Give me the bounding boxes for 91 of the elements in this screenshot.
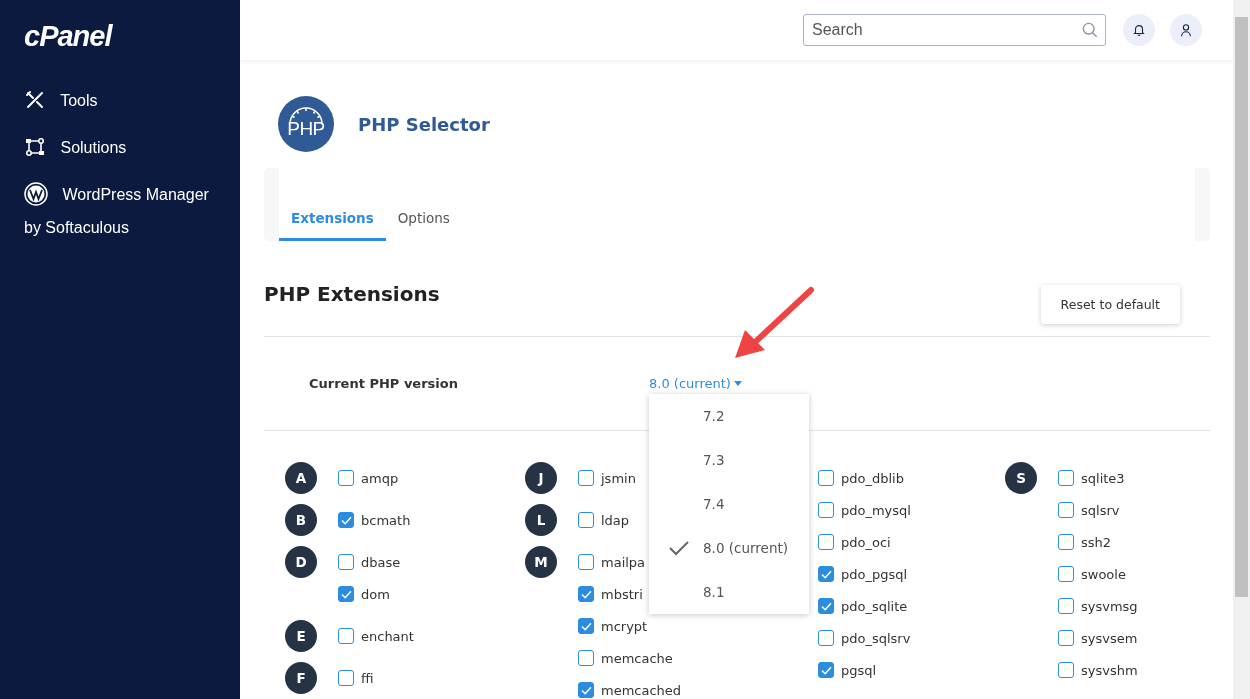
tools-icon bbox=[25, 90, 45, 111]
extension-name: sysvsem bbox=[1081, 630, 1138, 646]
extension-name: bcmath bbox=[361, 512, 411, 528]
extension-name: pdo_sqlite bbox=[841, 598, 908, 614]
extension-name: dbase bbox=[361, 554, 401, 570]
tab[interactable]: Options bbox=[385, 208, 462, 241]
extension-name: pgsql bbox=[841, 662, 877, 678]
letter-badge: B bbox=[285, 504, 317, 536]
checkbox[interactable] bbox=[818, 598, 834, 614]
letter-badge: M bbox=[525, 546, 557, 578]
extension-name: pdo_oci bbox=[841, 534, 891, 550]
checkbox[interactable] bbox=[1058, 662, 1074, 678]
version-label: Current PHP version bbox=[309, 376, 459, 391]
extension-name: mcrypt bbox=[601, 618, 648, 634]
extension-name: amqp bbox=[361, 470, 399, 486]
cpanel-logo[interactable]: cPanel bbox=[24, 20, 112, 53]
bell-icon bbox=[1132, 23, 1146, 37]
notifications-button[interactable] bbox=[1123, 14, 1155, 46]
extension-name: ldap bbox=[601, 512, 630, 528]
checkbox[interactable] bbox=[818, 566, 834, 582]
extension-name: sqlite3 bbox=[1081, 470, 1125, 486]
checkbox[interactable] bbox=[338, 554, 354, 570]
caret-icon bbox=[733, 381, 742, 386]
letter-badge: E bbox=[285, 620, 317, 652]
checkbox[interactable] bbox=[1058, 566, 1074, 582]
version-option[interactable]: 7.3 bbox=[649, 438, 809, 482]
checkbox[interactable] bbox=[1058, 470, 1074, 486]
version-dropdown[interactable]: 8.0 (current) bbox=[649, 376, 742, 391]
letter-badge: L bbox=[525, 504, 557, 536]
wordpress-icon bbox=[24, 182, 48, 207]
checkbox[interactable] bbox=[338, 512, 354, 528]
nodes-icon bbox=[25, 137, 45, 158]
search-field[interactable]: Search bbox=[803, 14, 1106, 46]
checkbox[interactable] bbox=[818, 502, 834, 518]
version-option[interactable]: 7.4 bbox=[649, 482, 809, 526]
extension-name: sqlsrv bbox=[1081, 502, 1120, 518]
page-title: PHP Selector bbox=[358, 113, 490, 135]
extension-name: pdo_sqlsrv bbox=[841, 630, 911, 646]
checkbox[interactable] bbox=[578, 470, 594, 486]
user-icon bbox=[1179, 23, 1193, 37]
checkbox[interactable] bbox=[578, 618, 594, 634]
checkbox[interactable] bbox=[578, 682, 594, 698]
checkbox[interactable] bbox=[818, 662, 834, 678]
extension-name: ssh2 bbox=[1081, 534, 1112, 550]
sidebar-item[interactable]: Solutions bbox=[24, 131, 229, 164]
extension-name: sysvmsg bbox=[1081, 598, 1138, 614]
extension-name: sysvshm bbox=[1081, 662, 1138, 678]
letter-badge: F bbox=[285, 662, 317, 694]
check-icon bbox=[669, 540, 689, 556]
extension-name: mailpa bbox=[601, 554, 646, 570]
extension-name: memcached bbox=[601, 682, 682, 698]
extension-name: memcache bbox=[601, 650, 673, 666]
version-option[interactable]: 8.0 (current) bbox=[649, 526, 809, 570]
checkbox[interactable] bbox=[578, 512, 594, 528]
checkbox[interactable] bbox=[818, 534, 834, 550]
extension-name: pdo_mysql bbox=[841, 502, 911, 518]
reset-button[interactable]: Reset to default bbox=[1040, 285, 1180, 324]
checkbox[interactable] bbox=[1058, 598, 1074, 614]
checkbox[interactable] bbox=[818, 470, 834, 486]
extension-name: pdo_pgsql bbox=[841, 566, 908, 582]
letter-badge: J bbox=[525, 462, 557, 494]
checkbox[interactable] bbox=[338, 470, 354, 486]
extension-name: jsmin bbox=[601, 470, 636, 486]
checkbox[interactable] bbox=[1058, 502, 1074, 518]
user-button[interactable] bbox=[1170, 14, 1202, 46]
tab[interactable]: Extensions bbox=[279, 208, 386, 241]
extension-name: ffi bbox=[361, 670, 374, 686]
extension-name: enchant bbox=[361, 628, 414, 644]
checkbox[interactable] bbox=[578, 554, 594, 570]
checkbox[interactable] bbox=[578, 650, 594, 666]
checkbox[interactable] bbox=[338, 628, 354, 644]
checkbox[interactable] bbox=[818, 630, 834, 646]
sidebar-item[interactable]: WordPress Manager by Softaculous bbox=[24, 178, 229, 244]
php-logo: PHP bbox=[278, 96, 334, 152]
extension-name: swoole bbox=[1081, 566, 1126, 582]
search-icon bbox=[1082, 22, 1098, 38]
checkbox[interactable] bbox=[338, 586, 354, 602]
checkbox[interactable] bbox=[578, 586, 594, 602]
checkbox[interactable] bbox=[338, 670, 354, 686]
extension-name: mbstri bbox=[601, 586, 643, 602]
letter-badge: S bbox=[1005, 462, 1037, 494]
extension-name: dom bbox=[361, 586, 390, 602]
section-title: PHP Extensions bbox=[264, 282, 440, 306]
version-option[interactable]: 8.1 bbox=[649, 570, 809, 614]
letter-badge: D bbox=[285, 546, 317, 578]
sidebar-item[interactable]: Tools bbox=[24, 84, 229, 117]
extension-name: pdo_dblib bbox=[841, 470, 904, 486]
letter-badge: A bbox=[285, 462, 317, 494]
checkbox[interactable] bbox=[1058, 534, 1074, 550]
checkbox[interactable] bbox=[1058, 630, 1074, 646]
version-option[interactable]: 7.2 bbox=[649, 394, 809, 438]
